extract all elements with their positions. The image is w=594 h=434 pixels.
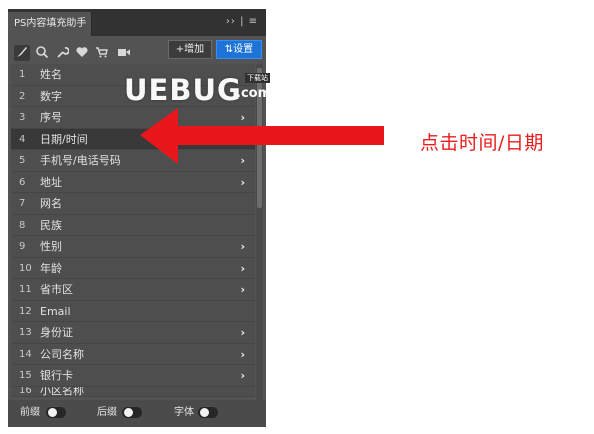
list-item-number: 11 [19, 284, 32, 295]
settings-button[interactable]: ⇅设置 [216, 40, 262, 59]
list-item-label: 省市区 [40, 283, 73, 296]
list-item[interactable]: 9 性别 › [11, 236, 255, 258]
font-toggle[interactable] [198, 407, 218, 418]
list-item-number: 6 [19, 176, 26, 188]
video-icon[interactable] [116, 45, 132, 61]
list-item-number: 5 [19, 155, 26, 166]
list-item-number: 3 [19, 112, 26, 123]
suffix-label: 后缀 [97, 407, 117, 418]
list-item-label: 手机号/电话号码 [40, 154, 121, 167]
search-icon[interactable] [34, 45, 50, 61]
watermark-logo: UEBUG [124, 73, 242, 107]
list-item-number: 1 [19, 69, 26, 80]
chevron-right-icon[interactable]: › [240, 236, 245, 257]
brush-icon[interactable] [14, 45, 30, 61]
plugin-panel: PS内容填充助手 ›› | ≡ +增加 ⇅设置 1 姓名 2 数字 3 序号 › 4 日期/时间… [8, 9, 266, 427]
font-label: 字体 [174, 407, 194, 418]
wrench-icon[interactable] [54, 45, 70, 61]
list-item-label: 年龄 [40, 261, 62, 275]
chevron-right-icon[interactable]: › [240, 365, 245, 386]
chevron-right-icon[interactable]: › [240, 344, 245, 365]
list-item[interactable]: 10 年龄 › [11, 257, 255, 279]
prefix-toggle[interactable] [46, 407, 66, 418]
list-item[interactable]: 13 身份证 › [11, 322, 255, 344]
list-item-number: 16 [19, 386, 32, 396]
callout-text: 点击时间/日期 [420, 132, 544, 154]
list-item-number: 4 [19, 133, 26, 145]
list-item-number: 13 [19, 327, 32, 338]
list-item-label: Email [40, 304, 71, 318]
chevron-right-icon[interactable]: › [240, 258, 245, 279]
add-button[interactable]: +增加 [168, 40, 212, 59]
chevron-right-icon[interactable]: › [240, 172, 245, 193]
heart-icon[interactable] [74, 45, 90, 61]
list-item[interactable]: 7 网名 [11, 193, 255, 215]
list-item-label: 性别 [40, 240, 62, 253]
watermark-tag: 下载站 [245, 73, 270, 83]
panel-footer: 前缀 后缀 字体 [8, 400, 266, 427]
list-item-label: 地址 [40, 175, 62, 189]
list-item[interactable]: 15 银行卡 › [11, 365, 255, 387]
list-item-number: 15 [19, 370, 32, 381]
panel-title-tab[interactable]: PS内容填充助手 [8, 12, 92, 36]
list-item-number: 7 [19, 198, 26, 209]
panel-titlebar: PS内容填充助手 ›› | ≡ [8, 9, 266, 36]
panel-menu-icon[interactable]: ›› | ≡ [226, 16, 258, 27]
watermark-domain: .com [236, 86, 272, 101]
list-item-label: 小区名称 [40, 386, 84, 397]
list-item-label: 民族 [40, 218, 62, 232]
list-item[interactable]: 6 地址 › [11, 171, 255, 193]
list-item-label: 日期/时间 [40, 132, 88, 146]
list-item-number: 8 [19, 219, 26, 231]
list-item-number: 14 [19, 348, 32, 360]
list-item-number: 10 [19, 262, 32, 274]
list-item[interactable]: 12 Email [11, 300, 255, 322]
chevron-right-icon[interactable]: › [240, 279, 245, 300]
red-arrow-annotation [140, 108, 384, 164]
suffix-toggle[interactable] [122, 407, 142, 418]
list-item-label: 身份证 [40, 326, 73, 339]
list-item-label: 公司名称 [40, 347, 84, 361]
cart-icon[interactable] [94, 45, 110, 61]
list-item[interactable]: 16 小区名称 [11, 386, 255, 397]
list-item-label: 银行卡 [40, 369, 73, 382]
list-item-label: 姓名 [40, 68, 62, 81]
list-item[interactable]: 8 民族 [11, 214, 255, 236]
list-item-label: 数字 [40, 89, 62, 103]
list-item[interactable]: 11 省市区 › [11, 279, 255, 301]
chevron-right-icon[interactable]: › [240, 322, 245, 343]
list-item-number: 12 [19, 305, 32, 317]
list-item-number: 2 [19, 90, 26, 102]
prefix-label: 前缀 [20, 407, 40, 418]
list-item-number: 9 [19, 241, 26, 252]
list-item-label: 网名 [40, 197, 62, 210]
list-item[interactable]: 14 公司名称 › [11, 343, 255, 365]
list-item-label: 序号 [40, 111, 62, 124]
